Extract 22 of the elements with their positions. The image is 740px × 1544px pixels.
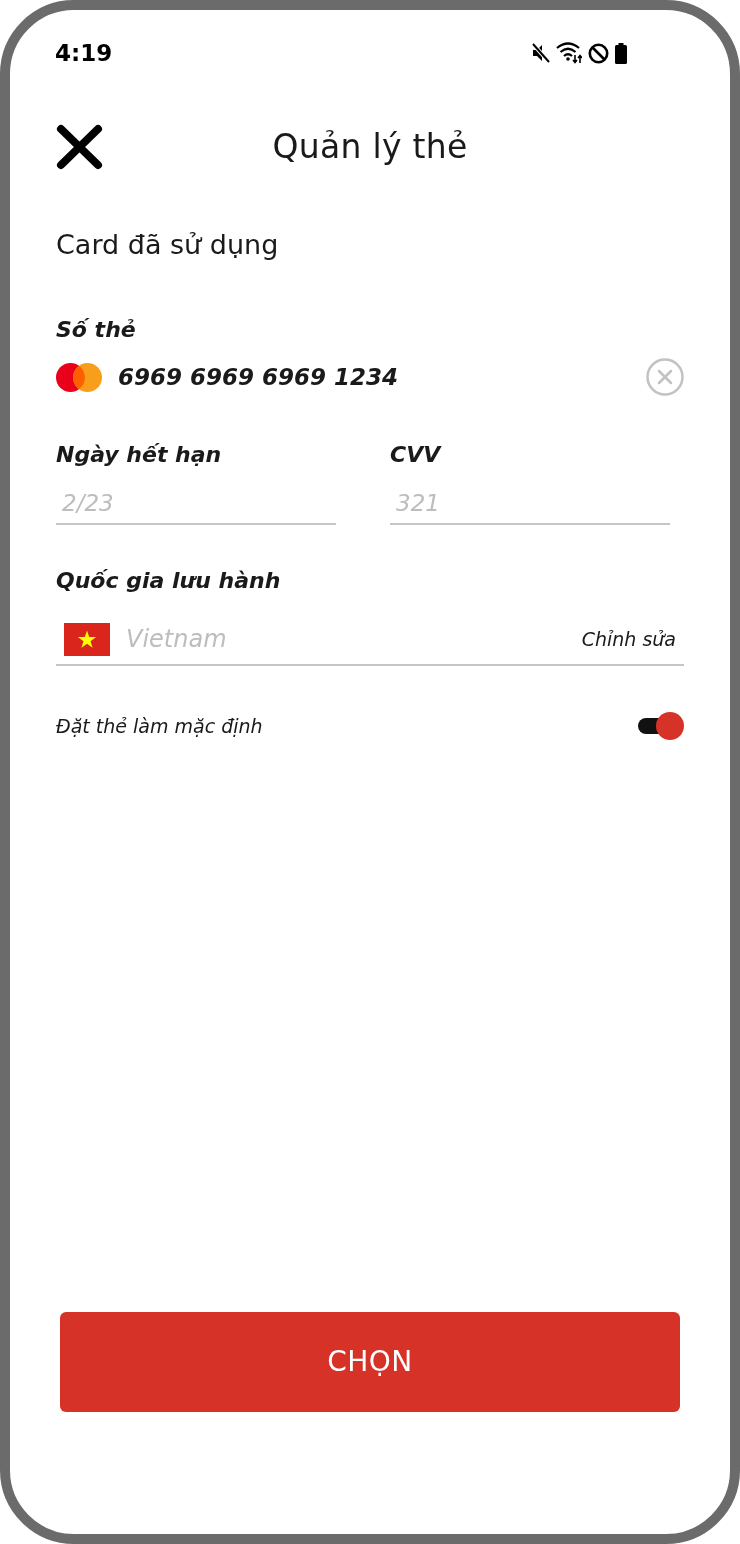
card-brand-icon [56, 362, 102, 392]
section-title: Card đã sử dụng [56, 228, 280, 262]
close-button[interactable] [56, 124, 103, 170]
mute-icon [532, 43, 550, 63]
battery-icon [615, 42, 627, 64]
card-number: 6969 6969 6969 1234 [118, 363, 400, 392]
edit-link[interactable]: Chỉnh sửa [581, 624, 676, 654]
card-number-label: Số thẻ [56, 316, 137, 344]
expiry-field[interactable]: 2/23 [56, 483, 336, 525]
do-not-disturb-icon [588, 42, 609, 64]
wifi-icon [556, 42, 582, 64]
country-label: Quốc gia lưu hành [56, 567, 282, 595]
default-card-label: Đặt thẻ làm mặc định [56, 714, 263, 739]
status-time: 4:19 [55, 41, 113, 65]
select-button[interactable]: CHỌN [60, 1312, 680, 1412]
country-field[interactable]: Vietnam Chỉnh sửa [56, 614, 684, 666]
expiry-label: Ngày hết hạn [56, 441, 223, 469]
default-toggle[interactable] [638, 711, 684, 741]
page-title: Quản lý thẻ [272, 127, 468, 167]
flag-icon [64, 622, 110, 656]
cvv-field[interactable]: 321 [390, 483, 670, 525]
cvv-label: CVV [390, 441, 443, 469]
